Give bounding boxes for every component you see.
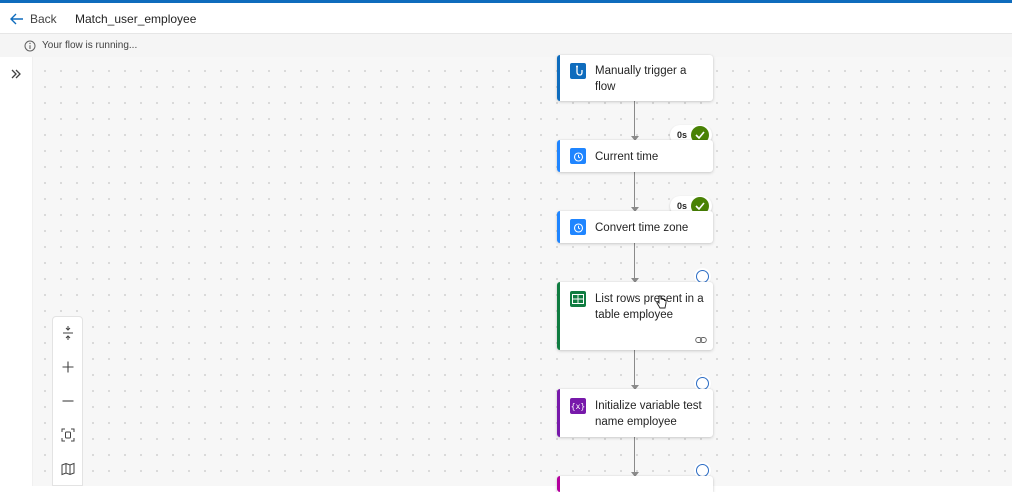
step-accent	[557, 211, 560, 243]
zoom-out-icon[interactable]	[59, 392, 77, 410]
status-message: Your flow is running...	[42, 40, 138, 51]
clock-icon	[570, 219, 586, 235]
back-button-label: Back	[30, 12, 57, 26]
fit-vertical-icon[interactable]	[59, 324, 77, 342]
zoom-toolbar	[52, 316, 83, 486]
fit-view-icon[interactable]	[59, 426, 77, 444]
flow-canvas[interactable]	[33, 57, 1012, 486]
step-accent	[557, 140, 560, 172]
step-accent	[557, 389, 560, 437]
step-duration: 0s	[677, 201, 688, 211]
excel-icon	[570, 291, 586, 307]
minimap-icon[interactable]	[59, 460, 77, 478]
step-label: List rows present in a table employee	[595, 293, 704, 321]
mouse-cursor-icon	[656, 295, 667, 309]
variable-icon: {x}	[570, 398, 586, 414]
expand-panel-button[interactable]	[8, 66, 24, 82]
flow-title: Match_user_employee	[75, 12, 197, 26]
connector-line	[634, 350, 635, 387]
status-bar: Your flow is running...	[0, 34, 1012, 57]
step-label: Convert time zone	[595, 222, 689, 234]
step-accent	[557, 55, 560, 101]
step-card-next[interactable]	[557, 476, 713, 492]
step-card-current-time[interactable]: Current time	[557, 140, 713, 172]
left-rail	[0, 57, 33, 486]
back-button[interactable]: Back	[10, 9, 57, 29]
step-card-manual-trigger[interactable]: Manually trigger a flow	[557, 55, 713, 101]
header-bar: Back Match_user_employee	[0, 3, 1012, 34]
step-label: Current time	[595, 151, 659, 163]
link-icon	[695, 337, 707, 343]
step-accent	[557, 476, 560, 492]
zoom-in-icon[interactable]	[59, 358, 77, 376]
step-accent	[557, 282, 560, 350]
info-icon	[24, 40, 36, 51]
step-label: Initialize variable test name employee	[595, 400, 702, 428]
step-duration: 0s	[677, 130, 688, 140]
clock-icon	[570, 148, 586, 164]
connector-line	[634, 101, 635, 138]
step-card-initialize-variable[interactable]: {x} Initialize variable test name employ…	[557, 389, 713, 437]
step-card-list-rows[interactable]: List rows present in a table employee	[557, 282, 713, 350]
chevron-double-right-icon	[11, 69, 21, 79]
connector-line	[634, 437, 635, 474]
connector-line	[634, 243, 635, 280]
hand-touch-icon	[570, 63, 586, 79]
step-label: Manually trigger a flow	[595, 65, 687, 93]
step-card-convert-time-zone[interactable]: Convert time zone	[557, 211, 713, 243]
connector-line	[634, 172, 635, 209]
arrow-left-icon	[10, 13, 23, 25]
